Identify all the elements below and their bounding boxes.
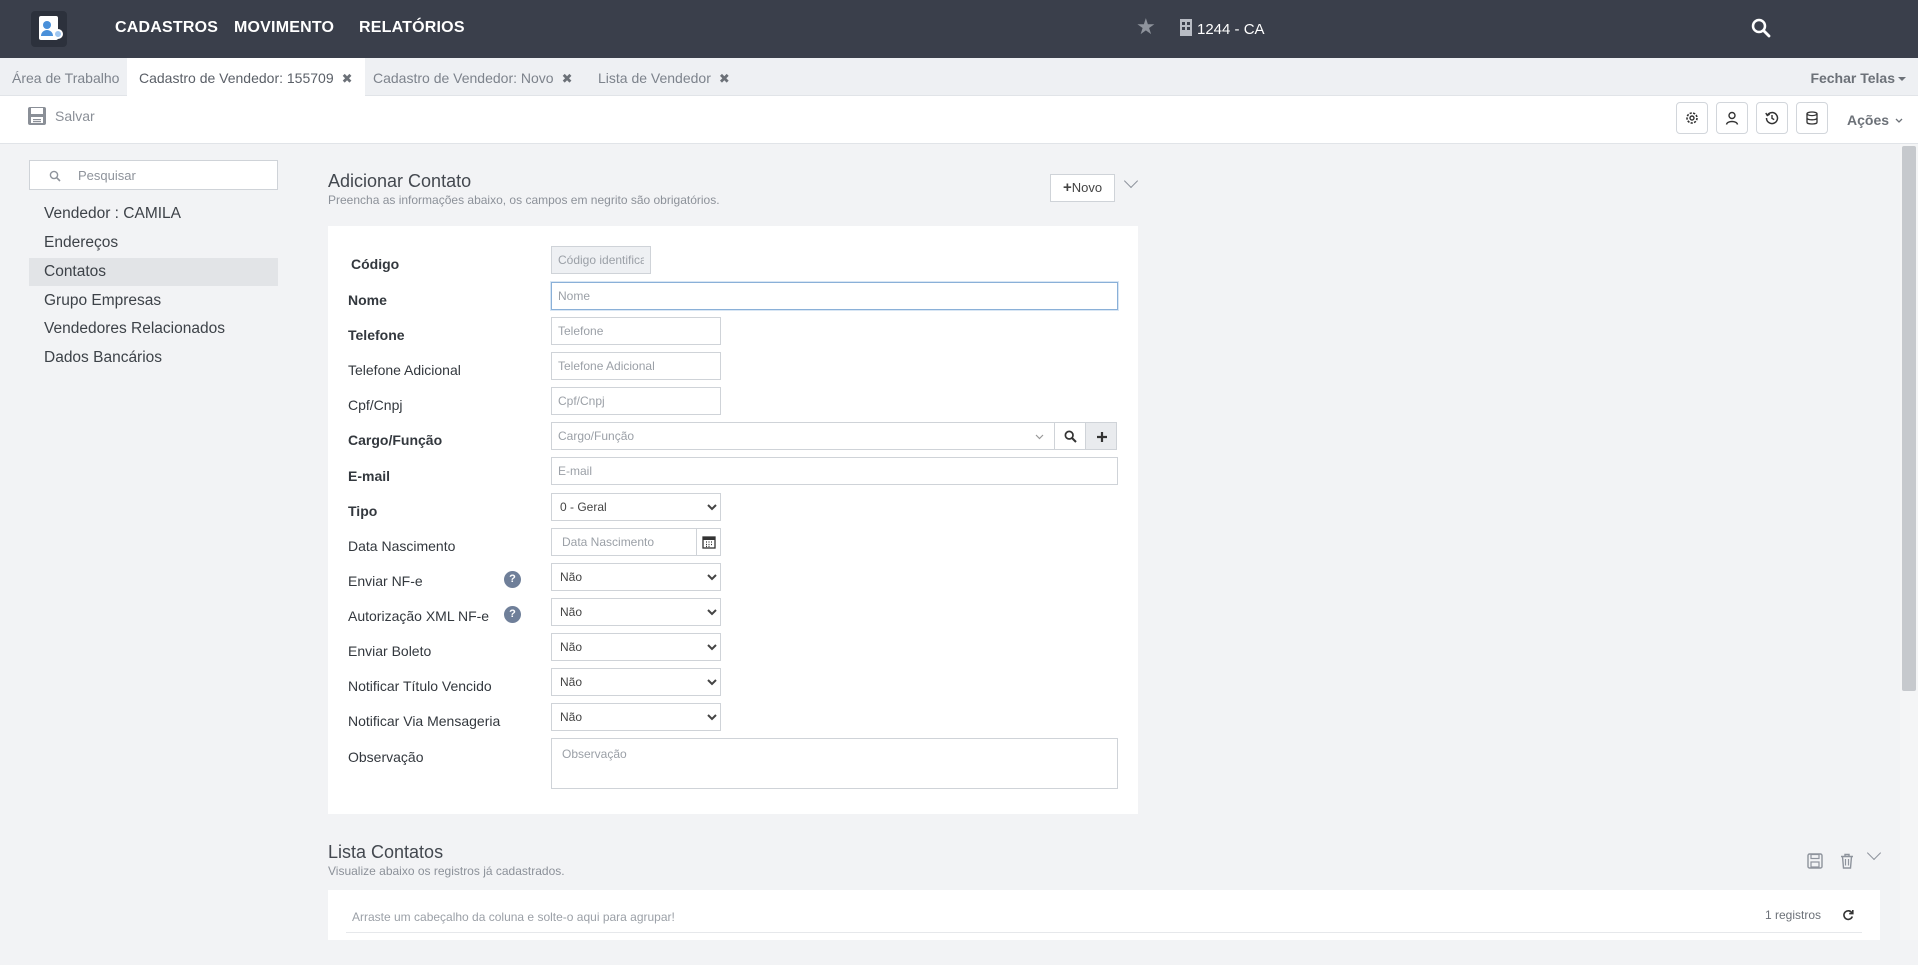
nav-movimento[interactable]: MOVIMENTO: [234, 19, 334, 37]
help-icon[interactable]: ?: [504, 606, 521, 623]
acoes-dropdown[interactable]: Ações: [1847, 112, 1903, 128]
calendar-button[interactable]: [696, 528, 721, 556]
help-icon[interactable]: ?: [504, 571, 521, 588]
building-icon: [1180, 19, 1192, 36]
bottom-strip: [0, 940, 1918, 965]
label-data-nascimento: Data Nascimento: [348, 538, 456, 554]
save-button[interactable]: Salvar: [27, 106, 95, 132]
novo-button[interactable]: +Novo: [1050, 174, 1115, 202]
tab-area-de-trabalho[interactable]: Área de Trabalho: [0, 58, 131, 96]
database-icon: [1806, 111, 1818, 125]
chevron-down-icon[interactable]: [1035, 434, 1044, 440]
nav-relatorios[interactable]: RELATÓRIOS: [359, 19, 465, 37]
app-logo-icon[interactable]: [31, 11, 67, 47]
refresh-icon[interactable]: [1842, 909, 1854, 921]
list-title: Lista Contatos: [328, 842, 444, 862]
label-notificar-mensageria: Notificar Via Mensageria: [348, 713, 501, 729]
grid-divider: [346, 932, 1862, 933]
label-nome: Nome: [348, 292, 387, 308]
label-notificar-titulo: Notificar Título Vencido: [348, 678, 492, 694]
sidebar-search: [29, 160, 278, 190]
collapse-list-icon[interactable]: [1866, 845, 1882, 861]
sidebar-item-grupo-empresas[interactable]: Grupo Empresas: [29, 287, 278, 315]
autorizacao-xml-select[interactable]: Não: [551, 598, 721, 626]
plus-icon: [1097, 432, 1107, 442]
fechar-telas-button[interactable]: Fechar Telas: [1810, 70, 1906, 86]
close-tab-icon[interactable]: ✖: [719, 71, 730, 86]
gear-icon: [1686, 112, 1698, 124]
toolbar: Salvar: [0, 96, 1918, 144]
label-cpf-cnpj: Cpf/Cnpj: [348, 397, 403, 413]
plus-icon: +: [1062, 179, 1072, 196]
cargo-input[interactable]: [551, 422, 1055, 450]
label-codigo: Código: [351, 256, 400, 272]
close-tab-icon[interactable]: ✖: [562, 71, 573, 86]
sidebar-item-vendedor[interactable]: Vendedor : CAMILA: [29, 200, 278, 228]
codigo-input[interactable]: [551, 246, 651, 274]
top-navbar: CADASTROS MOVIMENTO RELATÓRIOS ★ 1244 - …: [0, 0, 1918, 58]
email-input[interactable]: [551, 457, 1118, 485]
close-tab-icon[interactable]: ✖: [342, 71, 353, 86]
tab-bar: Área de Trabalho Cadastro de Vendedor: 1…: [0, 58, 1918, 96]
telefone-input[interactable]: [551, 317, 721, 345]
user-button[interactable]: [1716, 102, 1748, 134]
nome-input[interactable]: [551, 282, 1118, 310]
enviar-nfe-select[interactable]: Não: [551, 563, 721, 591]
nav-cadastros[interactable]: CADASTROS: [115, 19, 218, 37]
label-email: E-mail: [348, 468, 391, 484]
cargo-add-button[interactable]: [1085, 422, 1117, 450]
settings-button[interactable]: [1676, 102, 1708, 134]
search-icon: [1064, 430, 1077, 443]
save-icon: [28, 107, 46, 125]
cargo-search-button[interactable]: [1054, 422, 1086, 450]
save-icon[interactable]: [1806, 852, 1824, 870]
tab-cadastro-vendedor-novo[interactable]: Cadastro de Vendedor: Novo ✖: [361, 58, 584, 96]
notificar-mensageria-select[interactable]: Não: [551, 703, 721, 731]
form-title: Adicionar Contato: [328, 171, 472, 191]
enviar-boleto-select[interactable]: Não: [551, 633, 721, 661]
telefone-adicional-input[interactable]: [551, 352, 721, 380]
company-selector[interactable]: 1244 - CA: [1180, 19, 1265, 38]
sidebar-item-vendedores-relacionados[interactable]: Vendedores Relacionados: [29, 315, 278, 343]
label-enviar-boleto: Enviar Boleto: [348, 643, 432, 659]
label-tipo: Tipo: [348, 503, 378, 519]
trash-icon[interactable]: [1838, 852, 1856, 870]
label-enviar-nfe: Enviar NF-e: [348, 573, 423, 589]
label-autorizacao-xml: Autorização XML NF-e: [348, 608, 490, 624]
tipo-select[interactable]: 0 - Geral: [551, 493, 721, 521]
caret-down-icon: [1898, 77, 1906, 81]
calendar-icon: [702, 536, 716, 549]
search-icon[interactable]: [1751, 18, 1771, 38]
notificar-titulo-select[interactable]: Não: [551, 668, 721, 696]
scrollbar-thumb[interactable]: [1902, 146, 1916, 691]
tab-cadastro-vendedor-155709[interactable]: Cadastro de Vendedor: 155709 ✖: [127, 58, 365, 96]
company-label: 1244 - CA: [1197, 21, 1265, 38]
database-button[interactable]: [1796, 102, 1828, 134]
label-telefone-adicional: Telefone Adicional: [348, 362, 461, 378]
group-hint: Arraste um cabeçalho da coluna e solte-o…: [352, 910, 675, 924]
cpf-cnpj-input[interactable]: [551, 387, 721, 415]
list-subtitle: Visualize abaixo os registros já cadastr…: [328, 864, 565, 878]
records-count: 1 registros: [1765, 908, 1822, 922]
label-observacao: Observação: [348, 749, 424, 765]
observacao-textarea[interactable]: [551, 738, 1118, 789]
collapse-form-icon[interactable]: [1123, 173, 1139, 189]
tab-lista-de-vendedor[interactable]: Lista de Vendedor ✖: [586, 58, 742, 96]
chevron-down-icon: [1895, 118, 1903, 123]
sidebar-item-dados-bancarios[interactable]: Dados Bancários: [29, 344, 278, 372]
form-subtitle: Preencha as informações abaixo, os campo…: [328, 193, 720, 207]
history-icon: [1765, 111, 1779, 125]
sidebar-search-input[interactable]: [78, 165, 268, 185]
data-nascimento-input[interactable]: [551, 528, 697, 556]
star-icon[interactable]: ★: [1136, 16, 1156, 38]
sidebar-item-enderecos[interactable]: Endereços: [29, 229, 278, 257]
label-cargo: Cargo/Função: [348, 432, 443, 448]
user-icon: [1725, 111, 1739, 125]
label-telefone: Telefone: [348, 327, 405, 343]
sidebar-item-contatos[interactable]: Contatos: [29, 258, 278, 286]
search-icon: [49, 170, 61, 182]
history-button[interactable]: [1756, 102, 1788, 134]
